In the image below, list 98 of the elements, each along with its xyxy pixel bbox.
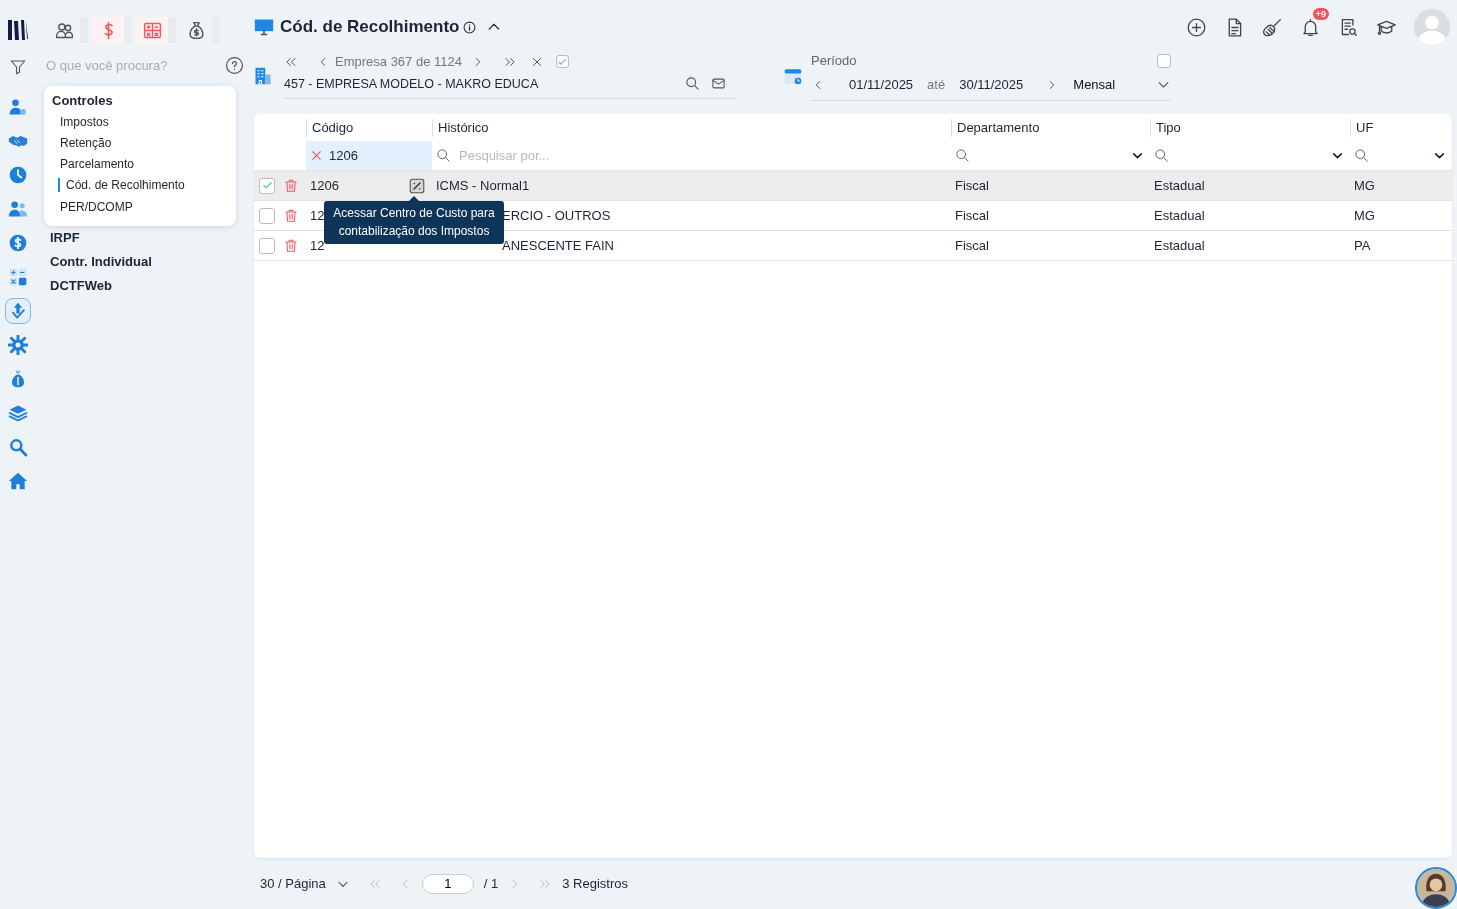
checkbox[interactable] (1157, 53, 1171, 68)
column-header[interactable]: Tipo (1150, 118, 1350, 137)
row-checkbox[interactable] (259, 177, 275, 194)
percent-icon (408, 176, 426, 195)
person-silhouette-icon (1417, 869, 1455, 907)
table-cell: Estadual (1154, 208, 1205, 223)
search-icon (685, 76, 700, 91)
trash-icon (284, 208, 298, 223)
close-icon (310, 149, 323, 162)
search-icon (436, 148, 451, 163)
menu-item[interactable]: Parcelamento (52, 154, 236, 175)
calculator-icon (8, 267, 28, 287)
column-header[interactable]: Departamento (951, 118, 1150, 137)
module-tab[interactable] (136, 17, 176, 43)
search-field[interactable]: O que você procura? (44, 56, 225, 74)
module-tab[interactable] (92, 17, 132, 43)
menu-group[interactable]: Controles (52, 91, 236, 112)
people-icon (8, 199, 28, 219)
calendar-icon (783, 66, 803, 86)
checkbox[interactable] (555, 55, 569, 68)
table-cell: Fiscal (955, 178, 989, 193)
row-checkbox[interactable] (259, 207, 275, 224)
layers-icon (8, 403, 28, 423)
search-icon (1154, 148, 1169, 163)
menu-item[interactable]: Cód. de Recolhimento (58, 178, 236, 192)
clock-icon (8, 165, 28, 185)
table-cell: ANESCENTE FAIN (502, 238, 614, 253)
trash-icon (284, 178, 298, 193)
sidebar-button[interactable] (5, 332, 31, 358)
search-icon (8, 437, 28, 457)
page-total: / 1 (483, 876, 499, 891)
table-cell: PA (1354, 238, 1371, 253)
bell-button[interactable] (1300, 16, 1321, 38)
user-gear-icon (8, 97, 28, 117)
filter-icon[interactable] (9, 58, 27, 76)
page-size-select[interactable]: 30 / Página (260, 876, 326, 891)
company-name: 457 - EMPRESA MODELO - MAKRO EDUCA (284, 76, 540, 91)
add-button[interactable] (1186, 16, 1207, 38)
frequency-select[interactable]: Mensal (1073, 77, 1156, 92)
column-header[interactable]: Código (306, 118, 432, 137)
search-icon (1354, 148, 1369, 163)
period-label: Período (811, 53, 857, 68)
cost-center-button[interactable] (408, 176, 426, 195)
tooltip-pointer-icon (409, 196, 419, 201)
monitor-icon (254, 17, 274, 37)
tooltip: Acessar Centro de Custo para contabilização dos Impostos (324, 201, 504, 244)
dollar-coin-icon (8, 233, 28, 253)
gear-icon (8, 335, 28, 355)
filter-field[interactable]: 1206 (306, 141, 432, 170)
sidebar-button[interactable] (5, 298, 31, 324)
delete-button[interactable] (284, 178, 298, 193)
building-icon (254, 66, 272, 86)
mail-button[interactable] (711, 76, 726, 91)
table-cell: Estadual (1154, 238, 1205, 253)
add-icon (1186, 16, 1207, 38)
table-cell: Fiscal (955, 238, 989, 253)
menu-item[interactable]: PER/DCOMP (52, 197, 236, 218)
broom-icon (1262, 16, 1283, 38)
bell-icon (1300, 16, 1321, 38)
table-cell: 12 (310, 238, 325, 253)
broom-button[interactable] (1262, 16, 1283, 38)
column-header[interactable]: UF (1350, 118, 1452, 137)
page-title: Cód. de Recolhimento (280, 17, 460, 37)
menu-item[interactable]: Impostos (52, 112, 236, 133)
info-icon (463, 20, 477, 34)
home-icon (8, 471, 28, 491)
table-cell: 1206 (310, 178, 339, 193)
date-separator: até (927, 77, 946, 92)
check-icon (557, 56, 568, 67)
assistant-avatar[interactable] (1415, 867, 1457, 909)
page-input[interactable]: 1 (421, 873, 474, 894)
table-cell: MG (1354, 178, 1375, 193)
table-cell: MG (1354, 208, 1375, 223)
check-icon (261, 180, 273, 191)
help-icon[interactable] (225, 55, 244, 75)
clear-button[interactable] (310, 149, 323, 162)
search-button[interactable] (685, 76, 700, 91)
start-date[interactable]: 01/11/2025 (849, 77, 914, 92)
search-icon (955, 148, 970, 163)
table-cell: Estadual (1154, 178, 1205, 193)
record-count: 3 Registros (562, 876, 628, 891)
trash-icon (284, 238, 298, 253)
menu-group[interactable]: Contr. Individual (44, 250, 244, 274)
row-checkbox[interactable] (259, 237, 275, 254)
app-logo[interactable] (6, 17, 30, 43)
menu-item[interactable]: Retenção (52, 133, 236, 154)
column-header[interactable]: Histórico (432, 118, 951, 137)
table-cell: Fiscal (955, 208, 989, 223)
delete-button[interactable] (284, 238, 298, 253)
delete-button[interactable] (284, 208, 298, 223)
mail-icon (711, 76, 726, 91)
notification-badge: +9 (1312, 7, 1329, 20)
table-cell: ICMS - Normal1 (436, 178, 530, 193)
company-position: Empresa 367 de 1124 (335, 54, 462, 69)
end-date[interactable]: 30/11/2025 (959, 77, 1024, 92)
table-cell: 12 (310, 208, 325, 223)
menu-group[interactable]: DCTFWeb (44, 274, 244, 298)
menu-group[interactable]: IRPF (44, 226, 244, 250)
